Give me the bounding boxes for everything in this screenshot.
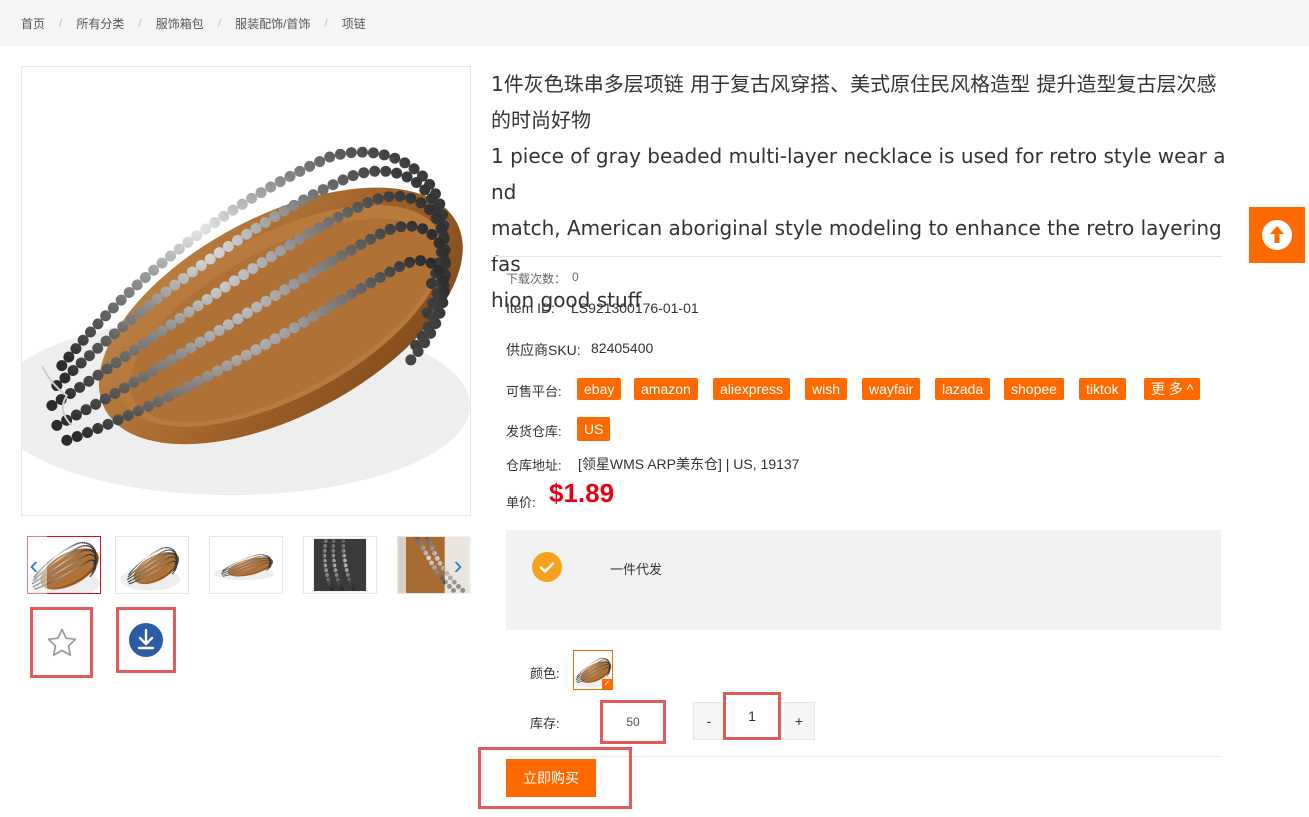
breadcrumb-home[interactable]: 首页 [21,15,45,32]
fulfillment-option-box: 一件代发 [506,530,1221,630]
chevron-right-icon: › [453,549,463,580]
star-icon [47,628,76,656]
favorite-button[interactable] [30,607,93,678]
thumbnail-4[interactable] [303,536,377,594]
arrow-up-icon [1262,220,1292,250]
sku-label: 供应商SKU: [506,342,581,358]
platform-tag-shopee[interactable]: shopee [1004,378,1064,400]
download-icon [129,623,163,657]
buy-now-button[interactable]: 立即购买 [506,759,596,797]
breadcrumb-separator: / [217,16,222,30]
title-divider [491,256,1222,257]
thumbnail-image [304,537,376,593]
dropship-checkbox[interactable] [532,552,562,582]
platforms-label: 可售平台: [506,384,562,399]
thumbnail-image [119,537,185,593]
thumbnail-strip: ‹ › [21,536,471,594]
downloads-label: 下载次数： [506,272,567,286]
title-cn-line: 1件灰色珠串多层项链 用于复古风穿搭、美式原住民风格造型 提升造型复古层次感 [491,72,1217,96]
stock-display: 50 [600,700,666,744]
stock-label: 库存: [530,716,560,731]
item-id-label: Item ID: [506,300,556,316]
address-label: 仓库地址: [506,458,562,473]
necklace-photo [22,67,470,515]
thumbnail-next-button[interactable]: › [445,536,471,594]
download-button[interactable] [116,607,176,673]
platform-tag-tiktok[interactable]: tiktok [1079,378,1126,400]
check-icon [539,562,555,573]
item-id-value: LS921300176-01-01 [571,300,699,316]
warehouse-label: 发货仓库: [506,424,562,439]
platform-tag-wish[interactable]: wish [805,378,848,400]
breadcrumb-separator: / [324,16,328,30]
dropship-label: 一件代发 [610,562,663,577]
quantity-increase-button[interactable]: + [784,703,814,739]
selected-check-icon: ✓ [602,679,612,689]
thumbnail-prev-button[interactable]: ‹ [21,536,47,594]
price-label: 单价: [506,495,536,510]
platform-tag-wayfair[interactable]: wayfair [862,378,921,400]
sku-value: 82405400 [591,340,654,356]
quantity-stepper: - + [693,692,815,740]
breadcrumb-necklaces[interactable]: 项链 [342,15,366,32]
breadcrumb-accessories-jewelry[interactable]: 服装配饰/首饰 [235,15,310,32]
title-en-line: match, American aboriginal style modelin… [491,216,1222,276]
quantity-input[interactable] [723,692,781,740]
stock-value: 50 [626,715,640,729]
chevron-up-icon: ^ [1186,381,1194,397]
back-to-top-button[interactable] [1249,207,1305,263]
price-value: $1.89 [549,478,615,508]
quantity-decrease-button[interactable]: - [694,703,724,739]
platform-tag-amazon[interactable]: amazon [634,378,698,400]
breadcrumb: 首页 / 所有分类 / 服饰箱包 / 服装配饰/首饰 / 项链 [0,0,1309,46]
title-cn-line: 的时尚好物 [491,108,591,132]
breadcrumb-separator: / [138,16,142,30]
breadcrumb-all-categories[interactable]: 所有分类 [76,15,124,32]
more-label: 更 多 [1151,381,1183,397]
address-value: [领星WMS ARP美东仓] | US, 19137 [578,456,800,472]
product-main-image[interactable] [21,66,471,516]
thumbnail-image [213,547,279,583]
chevron-left-icon: ‹ [29,549,39,580]
breadcrumb-separator: / [59,16,63,30]
warehouse-tag-us[interactable]: US [577,417,611,441]
platform-tag-lazada[interactable]: lazada [935,378,991,400]
title-en-line: 1 piece of gray beaded multi-layer neckl… [491,144,1226,204]
platform-tag-aliexpress[interactable]: aliexpress [713,378,791,400]
platform-tag-ebay[interactable]: ebay [577,378,622,400]
thumbnail-2[interactable] [115,536,189,594]
color-swatch[interactable]: ✓ [573,650,613,690]
more-platforms-button[interactable]: 更 多 ^ [1144,378,1201,400]
thumbnail-3[interactable] [209,536,283,594]
breadcrumb-apparel-bags[interactable]: 服饰箱包 [156,15,204,32]
downloads-value: 0 [572,270,579,284]
color-label: 颜色: [530,666,560,681]
product-title: 1件灰色珠串多层项链 用于复古风穿搭、美式原住民风格造型 提升造型复古层次感 的… [491,66,1226,318]
